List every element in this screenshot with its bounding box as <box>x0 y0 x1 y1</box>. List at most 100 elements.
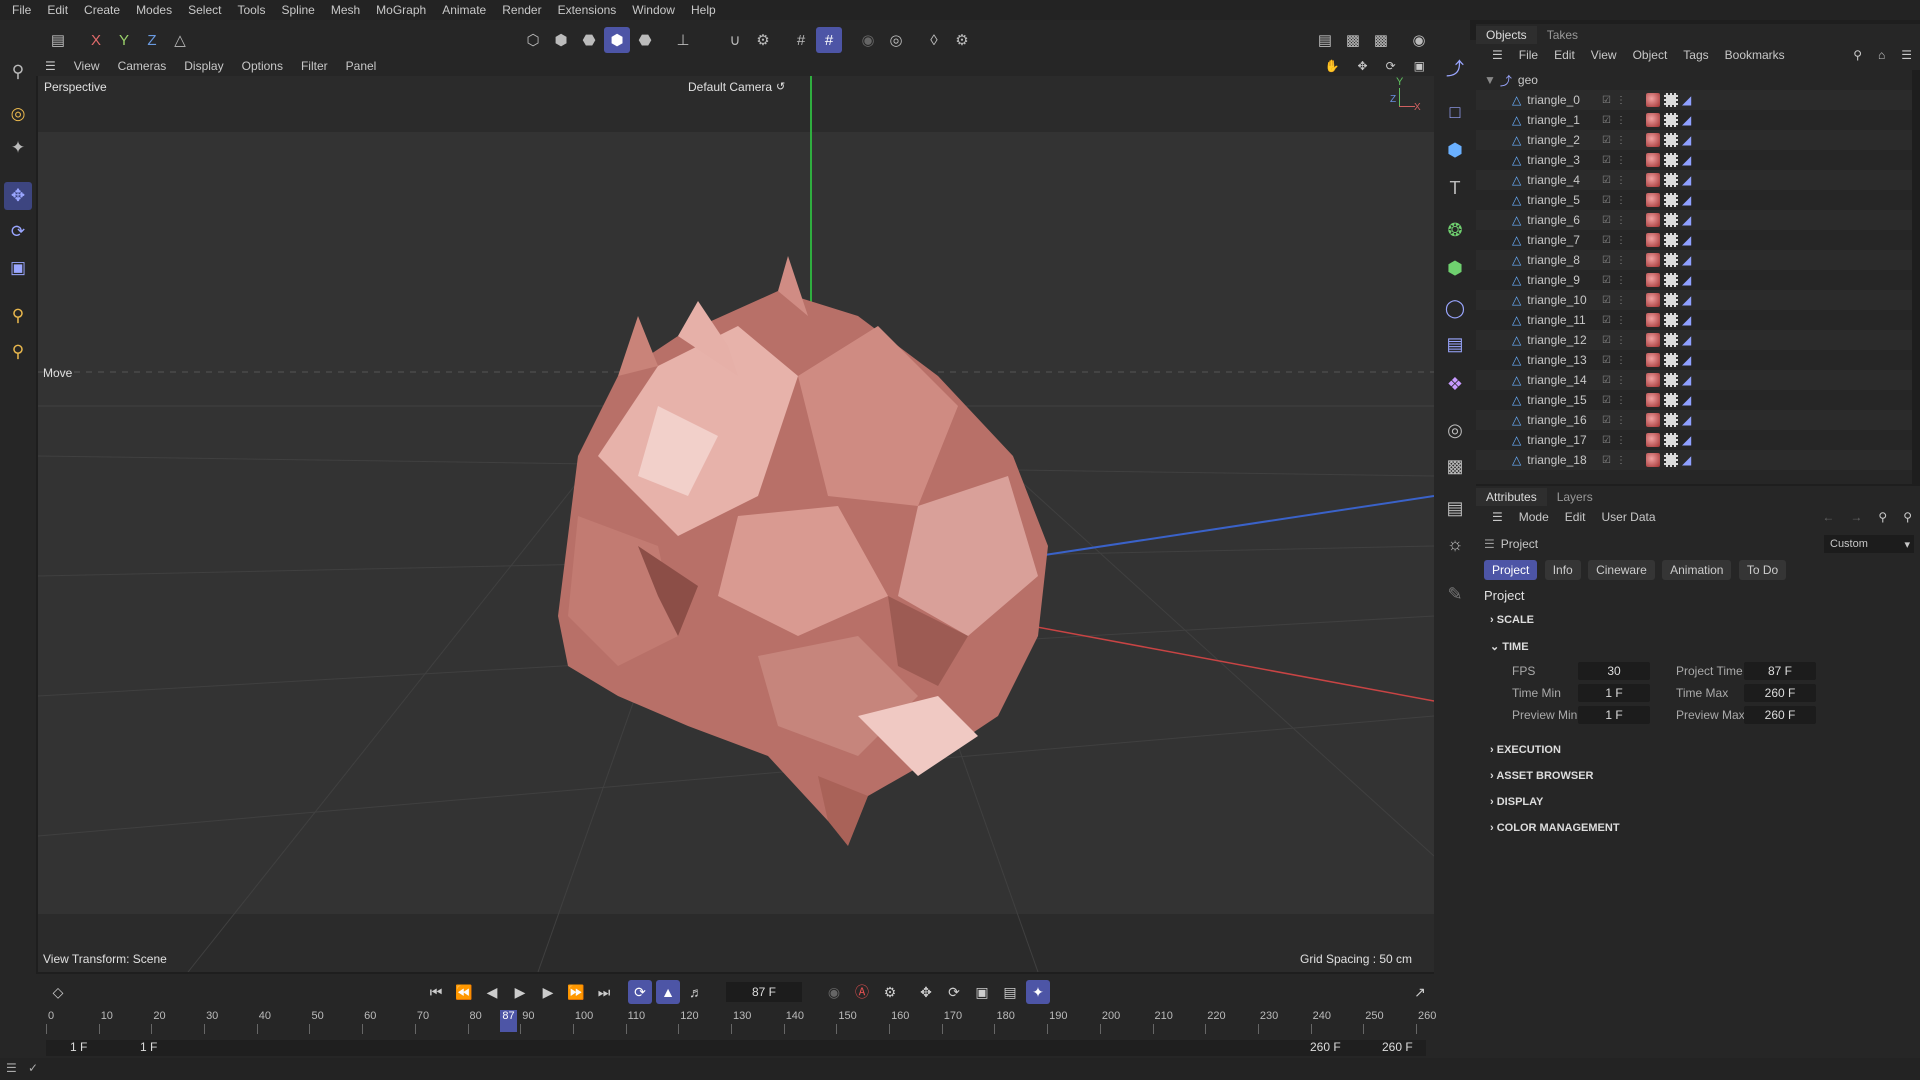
tree-item-name[interactable]: triangle_9 <box>1527 273 1607 287</box>
brain-mesh[interactable] <box>558 256 1048 846</box>
uvw-tag-icon[interactable] <box>1664 253 1678 267</box>
uvw-tag-icon[interactable] <box>1664 113 1678 127</box>
render-region-icon[interactable]: ▤ <box>1312 27 1338 53</box>
sound-icon[interactable]: ♬ <box>684 980 708 1004</box>
model-mode-icon[interactable]: ⬢ <box>604 27 630 53</box>
phong-tag-icon[interactable]: ◢ <box>1682 353 1696 367</box>
objects-home-icon[interactable]: ⌂ <box>1870 48 1893 62</box>
viewport-hamburger-icon[interactable]: ☰ <box>36 59 65 73</box>
viewport-menu-panel[interactable]: Panel <box>337 59 386 73</box>
tree-row-triangle-0[interactable]: △ triangle_0 ☑ ⋮ ◢ <box>1476 90 1912 110</box>
status-menu-icon[interactable]: ☰ <box>6 1061 17 1075</box>
visibility-check-icon[interactable]: ☑ <box>1602 435 1611 446</box>
material-tag-icon[interactable] <box>1646 233 1660 247</box>
render-settings-icon[interactable]: ◉ <box>1406 27 1432 53</box>
menu-window[interactable]: Window <box>624 3 683 17</box>
snap-settings-icon[interactable]: ⚙ <box>750 27 776 53</box>
x-axis-lock-button[interactable]: X <box>83 27 109 53</box>
polygons-mode-icon[interactable]: ⬣ <box>576 27 602 53</box>
tree-root-name[interactable]: geo <box>1518 73 1538 87</box>
tree-item-name[interactable]: triangle_2 <box>1527 133 1607 147</box>
tree-row-triangle-13[interactable]: △ triangle_13 ☑ ⋮ ◢ <box>1476 350 1912 370</box>
keyframe-mode-icon[interactable]: ◇ <box>46 980 70 1004</box>
tree-item-name[interactable]: triangle_13 <box>1527 353 1607 367</box>
objects-menu-view[interactable]: View <box>1583 48 1625 62</box>
magnet-icon[interactable]: ∪ <box>722 27 748 53</box>
material-tag-icon[interactable] <box>1646 313 1660 327</box>
range-bar[interactable] <box>46 1040 1426 1056</box>
material-tag-icon[interactable] <box>1646 153 1660 167</box>
tree-item-name[interactable]: triangle_14 <box>1527 373 1607 387</box>
environment-icon[interactable]: ◎ <box>1441 416 1469 444</box>
generator-icon[interactable]: ❂ <box>1441 216 1469 244</box>
attributes-lock-icon[interactable]: ⚲ <box>1895 510 1920 524</box>
y-axis-lock-button[interactable]: Y <box>111 27 137 53</box>
tree-row-triangle-11[interactable]: △ triangle_11 ☑ ⋮ ◢ <box>1476 310 1912 330</box>
project-time-field[interactable]: 87 F <box>1744 662 1816 680</box>
phong-tag-icon[interactable]: ◢ <box>1682 373 1696 387</box>
visibility-dots-icon[interactable]: ⋮ <box>1616 95 1626 106</box>
phong-tag-icon[interactable]: ◢ <box>1682 293 1696 307</box>
material-tag-icon[interactable] <box>1646 333 1660 347</box>
coordinate-system-icon[interactable]: △ <box>167 27 193 53</box>
tree-row-triangle-17[interactable]: △ triangle_17 ☑ ⋮ ◢ <box>1476 430 1912 450</box>
section-execution[interactable]: › EXECUTION <box>1490 744 1561 756</box>
menu-animate[interactable]: Animate <box>434 3 494 17</box>
visibility-check-icon[interactable]: ☑ <box>1602 275 1611 286</box>
workplane-snap-icon[interactable]: # <box>816 27 842 53</box>
key-position-icon[interactable]: ✥ <box>914 980 938 1004</box>
preview-min-field[interactable]: 1 F <box>1578 706 1650 724</box>
scene-camera-icon[interactable]: ▩ <box>1441 452 1469 480</box>
visibility-check-icon[interactable]: ☑ <box>1602 295 1611 306</box>
tab-layers[interactable]: Layers <box>1547 488 1603 506</box>
section-asset-browser[interactable]: › ASSET BROWSER <box>1490 770 1594 782</box>
visibility-dots-icon[interactable]: ⋮ <box>1616 415 1626 426</box>
material-tag-icon[interactable] <box>1646 93 1660 107</box>
viewport-pan-icon[interactable]: ✋ <box>1316 59 1349 73</box>
uvw-tag-icon[interactable] <box>1664 333 1678 347</box>
tree-item-name[interactable]: triangle_0 <box>1527 93 1607 107</box>
subtab-to-do[interactable]: To Do <box>1738 560 1787 580</box>
camera-label[interactable]: Default Camera <box>688 80 772 94</box>
tree-item-name[interactable]: triangle_7 <box>1527 233 1607 247</box>
uvw-tag-icon[interactable] <box>1664 213 1678 227</box>
menu-file[interactable]: File <box>4 3 39 17</box>
phong-tag-icon[interactable]: ◢ <box>1682 453 1696 467</box>
search-icon[interactable]: ⚲ <box>4 58 32 86</box>
uvw-tag-icon[interactable] <box>1664 393 1678 407</box>
tree-item-name[interactable]: triangle_3 <box>1527 153 1607 167</box>
previous-key-icon[interactable]: ⏪ <box>452 980 476 1004</box>
axis-mode-icon[interactable]: ⊥ <box>670 27 696 53</box>
visibility-dots-icon[interactable]: ⋮ <box>1616 435 1626 446</box>
uvw-tag-icon[interactable] <box>1664 273 1678 287</box>
symmetry-icon[interactable]: ◊ <box>921 27 947 53</box>
tree-row-triangle-2[interactable]: △ triangle_2 ☑ ⋮ ◢ <box>1476 130 1912 150</box>
texture-mode-icon[interactable]: ⬣ <box>632 27 658 53</box>
points-mode-icon[interactable]: ⬡ <box>520 27 546 53</box>
viewport-menu-view[interactable]: View <box>65 59 109 73</box>
tree-row-triangle-3[interactable]: △ triangle_3 ☑ ⋮ ◢ <box>1476 150 1912 170</box>
collapse-icon[interactable]: ▼ <box>1484 73 1496 87</box>
phong-tag-icon[interactable]: ◢ <box>1682 113 1696 127</box>
phong-tag-icon[interactable]: ◢ <box>1682 193 1696 207</box>
menu-help[interactable]: Help <box>683 3 724 17</box>
preview-start-field[interactable]: 1 F <box>140 1040 157 1054</box>
uvw-tag-icon[interactable] <box>1664 153 1678 167</box>
attributes-menu-user-data[interactable]: User Data <box>1593 510 1663 524</box>
preview-max-field[interactable]: 260 F <box>1744 706 1816 724</box>
tab-attributes[interactable]: Attributes <box>1476 488 1547 506</box>
uvw-tag-icon[interactable] <box>1664 353 1678 367</box>
tree-row-triangle-12[interactable]: △ triangle_12 ☑ ⋮ ◢ <box>1476 330 1912 350</box>
phong-tag-icon[interactable]: ◢ <box>1682 313 1696 327</box>
tree-item-name[interactable]: triangle_5 <box>1527 193 1607 207</box>
range-end-field[interactable]: 260 F <box>1382 1040 1413 1054</box>
edges-mode-icon[interactable]: ⬢ <box>548 27 574 53</box>
visibility-check-icon[interactable]: ☑ <box>1602 155 1611 166</box>
preview-end-field[interactable]: 260 F <box>1310 1040 1341 1054</box>
subtab-animation[interactable]: Animation <box>1662 560 1732 580</box>
phong-tag-icon[interactable]: ◢ <box>1682 93 1696 107</box>
preset-dropdown[interactable]: Custom ▾ <box>1824 535 1914 553</box>
uvw-tag-icon[interactable] <box>1664 313 1678 327</box>
visibility-check-icon[interactable]: ☑ <box>1602 195 1611 206</box>
viewport-maximize-icon[interactable]: ▣ <box>1405 59 1434 73</box>
